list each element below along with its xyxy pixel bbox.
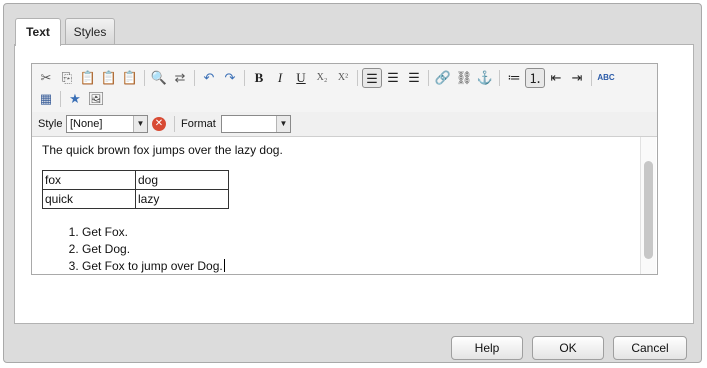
chevron-down-icon: ▼ <box>133 116 147 132</box>
list-item-text: Get Fox. <box>82 225 129 239</box>
table-row: fox dog <box>42 170 229 190</box>
editor-toolbar: ✂ ⎘ 📋 📋 📋 🔍 ⇄ ↶ ↷ B I U X₂ X² ☰ ☰ ☰ 🔗 ⛓ … <box>32 64 657 113</box>
dialog: Text Styles ✂ ⎘ 📋 📋 📋 🔍 ⇄ ↶ ↷ B I U X₂ X… <box>3 3 702 363</box>
toolbar-separator <box>174 116 175 132</box>
redo-icon[interactable]: ↷ <box>220 68 240 88</box>
paste-icon[interactable]: 📋 <box>78 68 98 88</box>
paste-text-icon[interactable]: 📋 <box>99 68 119 88</box>
unlink-icon[interactable]: ⛓ <box>454 68 474 88</box>
tab-panel: ✂ ⎘ 📋 📋 📋 🔍 ⇄ ↶ ↷ B I U X₂ X² ☰ ☰ ☰ 🔗 ⛓ … <box>14 44 694 324</box>
image-icon[interactable]: 🖼 <box>86 89 106 109</box>
numbered-list-icon[interactable]: ⒈ <box>525 68 545 88</box>
anchor-icon[interactable]: ⚓ <box>475 68 495 88</box>
cancel-button[interactable]: Cancel <box>613 336 687 360</box>
table-row: quick lazy <box>42 189 229 209</box>
indent-icon[interactable]: ⇥ <box>567 68 587 88</box>
table-cell: quick <box>42 189 136 209</box>
toolbar-separator <box>357 70 358 86</box>
format-label: Format <box>181 118 216 130</box>
table-cell: fox <box>42 170 136 190</box>
replace-icon[interactable]: ⇄ <box>170 68 190 88</box>
scrollbar-thumb[interactable] <box>644 161 653 259</box>
tab-styles[interactable]: Styles <box>65 18 115 45</box>
table-cell: dog <box>135 170 229 190</box>
chevron-down-icon: ▼ <box>276 116 290 132</box>
underline-icon[interactable]: U <box>291 68 311 88</box>
copy-icon[interactable]: ⎘ <box>57 68 77 88</box>
toolbar-separator <box>144 70 145 86</box>
bold-icon[interactable]: B <box>249 68 269 88</box>
table-icon[interactable]: ▦ <box>36 89 56 109</box>
toolbar-separator <box>428 70 429 86</box>
style-select[interactable]: [None] ▼ <box>66 115 148 133</box>
ok-button[interactable]: OK <box>532 336 604 360</box>
link-icon[interactable]: 🔗 <box>433 68 453 88</box>
list-item-text: Get Dog. <box>82 242 131 256</box>
superscript-icon[interactable]: X² <box>333 68 353 88</box>
toolbar-separator <box>499 70 500 86</box>
bulleted-list-icon[interactable]: ≔ <box>504 68 524 88</box>
italic-icon[interactable]: I <box>270 68 290 88</box>
format-select[interactable]: ▼ <box>221 115 291 133</box>
list-item: Get Fox. <box>82 224 225 241</box>
paste-word-icon[interactable]: 📋 <box>120 68 140 88</box>
align-center-icon[interactable]: ☰ <box>383 68 403 88</box>
spellcheck-icon[interactable]: ABC <box>596 68 616 88</box>
undo-icon[interactable]: ↶ <box>199 68 219 88</box>
toolbar-separator <box>60 91 61 107</box>
toolbar-separator <box>194 70 195 86</box>
subscript-icon[interactable]: X₂ <box>312 68 332 88</box>
toolbar-separator <box>591 70 592 86</box>
list-item: Get Dog. <box>82 241 225 258</box>
clear-style-icon[interactable]: ✕ <box>152 117 166 131</box>
vertical-scrollbar[interactable] <box>640 137 656 274</box>
format-bar: Style [None] ▼ ✕ Format ▼ <box>32 112 657 137</box>
rich-text-editor: ✂ ⎘ 📋 📋 📋 🔍 ⇄ ↶ ↷ B I U X₂ X² ☰ ☰ ☰ 🔗 ⛓ … <box>31 63 658 275</box>
text-caret <box>223 259 225 272</box>
help-button[interactable]: Help <box>451 336 523 360</box>
style-label: Style <box>38 118 63 130</box>
special-character-icon[interactable]: ★ <box>65 89 85 109</box>
content-paragraph: The quick brown fox jumps over the lazy … <box>42 143 283 157</box>
outdent-icon[interactable]: ⇤ <box>546 68 566 88</box>
content-list: Get Fox. Get Dog. Get Fox to jump over D… <box>62 224 225 274</box>
find-icon[interactable]: 🔍 <box>149 68 169 88</box>
content-table: fox dog quick lazy <box>42 170 229 209</box>
editor-content[interactable]: The quick brown fox jumps over the lazy … <box>32 137 639 274</box>
tab-text[interactable]: Text <box>15 18 61 46</box>
style-select-value: [None] <box>70 118 103 130</box>
align-left-icon[interactable]: ☰ <box>362 68 382 88</box>
list-item-text: Get Fox to jump over Dog. <box>82 259 223 273</box>
list-item: Get Fox to jump over Dog. <box>82 258 225 274</box>
toolbar-separator <box>244 70 245 86</box>
cut-icon[interactable]: ✂ <box>36 68 56 88</box>
align-right-icon[interactable]: ☰ <box>404 68 424 88</box>
table-cell: lazy <box>135 189 229 209</box>
